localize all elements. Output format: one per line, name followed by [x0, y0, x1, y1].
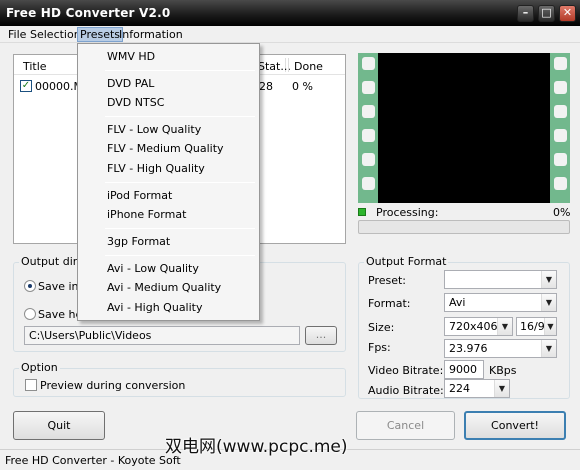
- audio-bitrate-value: 224: [449, 382, 470, 395]
- browse-button[interactable]: ...: [305, 326, 337, 345]
- watermark: 双电网(www.pcpc.me): [165, 437, 348, 457]
- size-select[interactable]: 720x406 ▼: [444, 317, 513, 336]
- video-preview: [358, 53, 570, 203]
- chevron-down-icon: ▼: [544, 318, 556, 335]
- maximize-icon: □: [541, 6, 552, 19]
- window-title: Free HD Converter V2.0: [6, 6, 171, 20]
- close-button[interactable]: ✕: [559, 5, 576, 22]
- format-select[interactable]: Avi ▼: [444, 293, 557, 312]
- option-label: Option: [19, 361, 60, 374]
- convert-button[interactable]: Convert!: [464, 411, 566, 440]
- preset-item-flv-medium[interactable]: FLV - Medium Quality: [107, 142, 224, 155]
- row-status: 28: [259, 80, 273, 93]
- row-done: 0 %: [292, 80, 313, 93]
- processing-label: Processing:: [376, 206, 439, 219]
- video-bitrate-field[interactable]: 9000: [444, 360, 484, 379]
- chevron-down-icon: ▼: [541, 294, 556, 311]
- quit-button[interactable]: Quit: [13, 411, 105, 440]
- cancel-button[interactable]: Cancel: [356, 411, 455, 440]
- chevron-down-icon: ▼: [541, 271, 556, 288]
- column-status[interactable]: Stat...: [258, 60, 291, 73]
- menu-bar: File Selection Presets Information: [0, 26, 580, 43]
- row-checkbox[interactable]: ✓: [20, 80, 32, 92]
- minimize-button[interactable]: –: [517, 5, 534, 22]
- video-bitrate-unit: KBps: [489, 364, 517, 377]
- size-value: 720x406: [449, 320, 498, 333]
- preset-item-avi-high[interactable]: Avi - High Quality: [107, 301, 203, 314]
- column-title[interactable]: Title: [23, 60, 47, 73]
- chevron-down-icon: ▼: [541, 340, 556, 357]
- preset-item-iphone[interactable]: iPhone Format: [107, 208, 186, 221]
- menu-selection[interactable]: Selection: [28, 27, 83, 42]
- fps-select[interactable]: 23.976 ▼: [444, 339, 557, 358]
- preset-item-flv-high[interactable]: FLV - High Quality: [107, 162, 205, 175]
- menu-information[interactable]: Information: [117, 27, 185, 42]
- save-in-radio[interactable]: [24, 280, 36, 292]
- title-bar: Free HD Converter V2.0 – □ ✕: [0, 0, 580, 26]
- preset-select[interactable]: ▼: [444, 270, 557, 289]
- audio-bitrate-select[interactable]: 224 ▼: [444, 379, 510, 398]
- presets-dropdown: WMV HD DVD PAL DVD NTSC FLV - Low Qualit…: [77, 43, 260, 321]
- film-strip-right: [550, 53, 570, 203]
- processing-percent: 0%: [553, 206, 571, 219]
- video-bitrate-label: Video Bitrate:: [368, 364, 444, 377]
- film-strip-left: [358, 53, 378, 203]
- column-done[interactable]: Done: [294, 60, 323, 73]
- preview-checkbox[interactable]: [25, 379, 37, 391]
- preview-label: Preview during conversion: [40, 379, 186, 392]
- output-format-label: Output Format: [364, 255, 449, 268]
- preset-item-3gp[interactable]: 3gp Format: [107, 235, 170, 248]
- format-value: Avi: [449, 296, 466, 309]
- aspect-value: 16/9: [520, 320, 545, 333]
- preset-item-dvd-ntsc[interactable]: DVD NTSC: [107, 96, 164, 109]
- chevron-down-icon: ▼: [494, 380, 509, 397]
- fps-label: Fps:: [368, 341, 391, 354]
- maximize-button[interactable]: □: [538, 5, 555, 22]
- preset-item-flv-low[interactable]: FLV - Low Quality: [107, 123, 201, 136]
- close-icon: ✕: [562, 6, 573, 19]
- status-text: Free HD Converter - Koyote Soft: [5, 454, 181, 467]
- processing-progress-bar: [358, 220, 570, 234]
- preset-label: Preset:: [368, 274, 407, 287]
- aspect-select[interactable]: 16/9 ▼: [516, 317, 557, 336]
- save-here-radio[interactable]: [24, 308, 36, 320]
- output-path-field[interactable]: C:\Users\Public\Videos: [24, 326, 300, 345]
- format-label: Format:: [368, 297, 411, 310]
- size-label: Size:: [368, 321, 395, 334]
- preset-item-wmv-hd[interactable]: WMV HD: [107, 50, 155, 63]
- menu-file[interactable]: File: [6, 27, 28, 42]
- preset-item-avi-medium[interactable]: Avi - Medium Quality: [107, 281, 221, 294]
- preset-item-ipod[interactable]: iPod Format: [107, 189, 172, 202]
- status-indicator-icon: [358, 208, 366, 216]
- fps-value: 23.976: [449, 342, 488, 355]
- preset-item-dvd-pal[interactable]: DVD PAL: [107, 77, 154, 90]
- minimize-icon: –: [522, 6, 529, 19]
- audio-bitrate-label: Audio Bitrate:: [368, 384, 444, 397]
- chevron-down-icon: ▼: [497, 318, 512, 335]
- preset-item-avi-low[interactable]: Avi - Low Quality: [107, 262, 199, 275]
